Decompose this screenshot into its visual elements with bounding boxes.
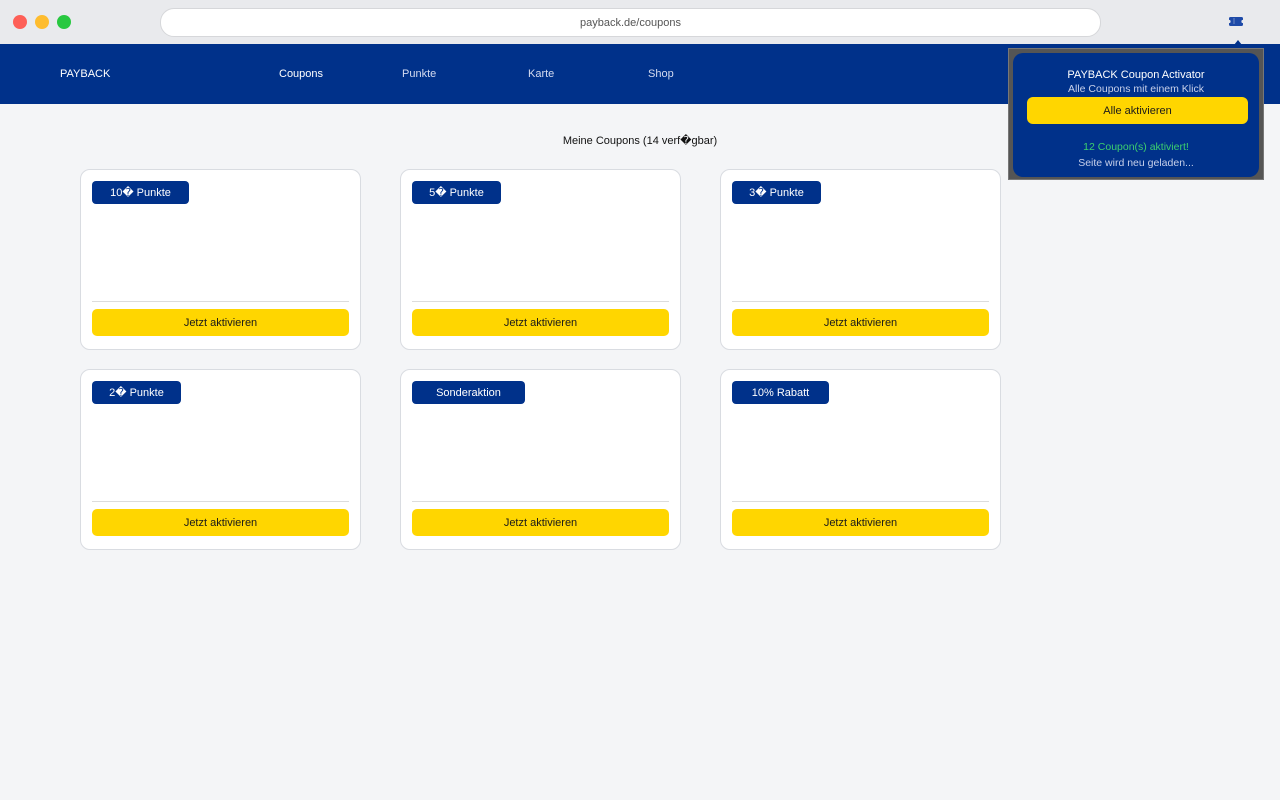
coupon-badge: Sonderaktion	[412, 381, 525, 404]
ticket-icon[interactable]	[1229, 17, 1243, 26]
coupon-card: Sonderaktion Jetzt aktivieren	[400, 369, 681, 550]
activate-coupon-button[interactable]: Jetzt aktivieren	[732, 509, 989, 536]
coupon-card: 10� Punkte Jetzt aktivieren	[80, 169, 361, 350]
nav-link-karte[interactable]: Karte	[528, 68, 554, 80]
coupon-badge: 3� Punkte	[732, 181, 821, 204]
coupon-badge: 2� Punkte	[92, 381, 181, 404]
brand-logo[interactable]: PAYBACK	[60, 68, 110, 80]
extension-popup: PAYBACK Coupon Activator Alle Coupons mi…	[1013, 53, 1259, 177]
extension-popup-frame: PAYBACK Coupon Activator Alle Coupons mi…	[1008, 48, 1264, 180]
card-divider	[732, 301, 989, 302]
nav-link-shop[interactable]: Shop	[648, 68, 674, 80]
popup-subtitle: Alle Coupons mit einem Klick	[1068, 83, 1204, 95]
coupon-card: 10% Rabatt Jetzt aktivieren	[720, 369, 1001, 550]
coupon-card: 5� Punkte Jetzt aktivieren	[400, 169, 681, 350]
coupon-card: 2� Punkte Jetzt aktivieren	[80, 369, 361, 550]
activate-coupon-button[interactable]: Jetzt aktivieren	[732, 309, 989, 336]
card-divider	[92, 301, 349, 302]
card-divider	[412, 301, 669, 302]
minimize-window-button[interactable]	[35, 15, 49, 29]
coupon-badge: 10� Punkte	[92, 181, 189, 204]
card-divider	[732, 501, 989, 502]
address-bar[interactable]: payback.de/coupons	[160, 8, 1101, 37]
activate-all-button[interactable]: Alle aktivieren	[1027, 97, 1248, 124]
reload-notice: Seite wird neu geladen...	[1078, 157, 1194, 169]
activate-coupon-button[interactable]: Jetzt aktivieren	[92, 309, 349, 336]
maximize-window-button[interactable]	[57, 15, 71, 29]
activate-coupon-button[interactable]: Jetzt aktivieren	[412, 309, 669, 336]
browser-toolbar: payback.de/coupons	[0, 0, 1280, 44]
coupon-badge: 10% Rabatt	[732, 381, 829, 404]
activate-coupon-button[interactable]: Jetzt aktivieren	[412, 509, 669, 536]
activation-status: 12 Coupon(s) aktiviert!	[1083, 141, 1189, 153]
close-window-button[interactable]	[13, 15, 27, 29]
nav-link-coupons[interactable]: Coupons	[279, 68, 323, 80]
nav-link-punkte[interactable]: Punkte	[402, 68, 436, 80]
coupon-badge: 5� Punkte	[412, 181, 501, 204]
coupon-card: 3� Punkte Jetzt aktivieren	[720, 169, 1001, 350]
card-divider	[92, 501, 349, 502]
popup-title: PAYBACK Coupon Activator	[1067, 69, 1205, 81]
activate-coupon-button[interactable]: Jetzt aktivieren	[92, 509, 349, 536]
card-divider	[412, 501, 669, 502]
